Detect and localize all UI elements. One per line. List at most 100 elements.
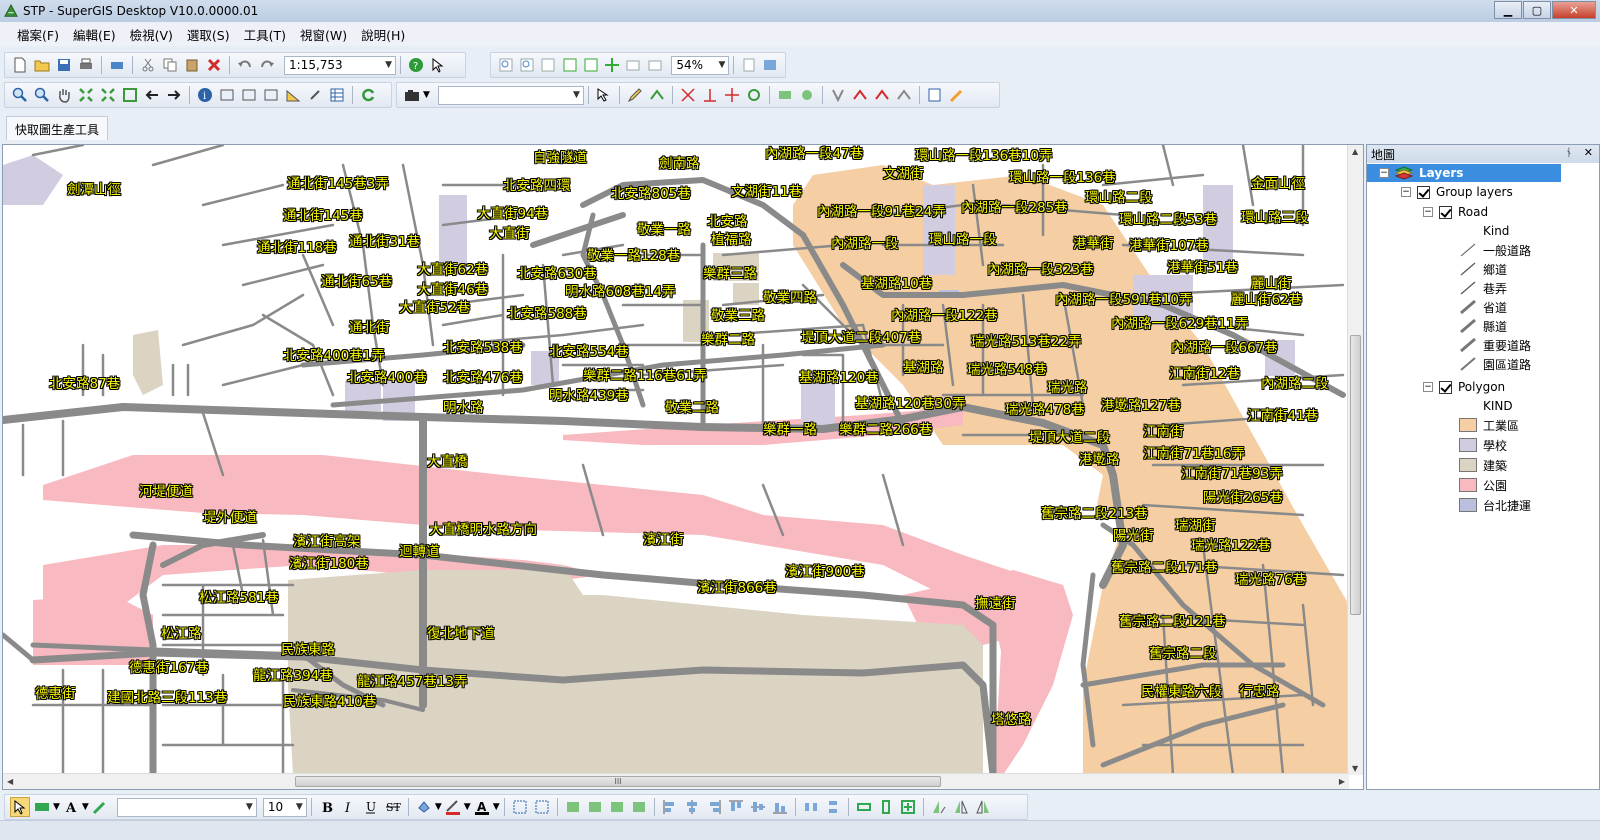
new-icon[interactable]: [10, 55, 30, 75]
tab-cache-tool[interactable]: 快取圖生產工具: [6, 116, 109, 140]
pin-icon[interactable]: ᚾ: [1566, 146, 1573, 159]
scale-combo[interactable]: 1:15,753 ▼: [284, 55, 396, 75]
refresh-icon[interactable]: [358, 85, 378, 105]
forward-arrow-icon[interactable]: [164, 85, 184, 105]
checkbox-polygon[interactable]: [1439, 380, 1452, 394]
open-folder-icon[interactable]: [32, 55, 52, 75]
panel-close-icon[interactable]: ✕: [1584, 146, 1593, 159]
copy-icon[interactable]: [160, 55, 180, 75]
ungroup-icon[interactable]: [532, 797, 552, 817]
zoom-percent-combo[interactable]: 54% ▼: [671, 55, 730, 75]
menu-help[interactable]: 說明(H): [354, 25, 412, 44]
print-preview-icon[interactable]: [107, 55, 127, 75]
layout-next-icon[interactable]: [645, 55, 664, 75]
menu-edit[interactable]: 編輯(E): [66, 25, 123, 44]
union-icon[interactable]: [850, 85, 870, 105]
page-layout-icon[interactable]: [739, 55, 758, 75]
maximize-button[interactable]: ▢: [1523, 1, 1551, 19]
align-right-icon[interactable]: [704, 797, 724, 817]
merge-icon[interactable]: [828, 85, 848, 105]
group-icon[interactable]: [510, 797, 530, 817]
vertex-icon[interactable]: [722, 85, 742, 105]
rectangle-icon[interactable]: [775, 85, 795, 105]
map-layout-icon[interactable]: [761, 55, 780, 75]
horizontal-scrollbar[interactable]: ◀ III ▶: [3, 773, 1349, 789]
send-backward-icon[interactable]: [629, 797, 649, 817]
minimize-button[interactable]: ▁: [1494, 1, 1522, 19]
identify-icon[interactable]: i: [195, 85, 215, 105]
clear-selection-icon[interactable]: [239, 85, 259, 105]
camera-icon[interactable]: [402, 85, 422, 105]
collapse-icon[interactable]: −: [1401, 187, 1411, 197]
help-icon[interactable]: ?: [406, 55, 426, 75]
same-width-icon[interactable]: [854, 797, 874, 817]
sketch-pencil-icon[interactable]: [625, 85, 645, 105]
font-size-combo[interactable]: 10 ▼: [262, 797, 307, 817]
layout-fixed-zoom-in-icon[interactable]: [560, 55, 579, 75]
cut-icon[interactable]: [138, 55, 158, 75]
scroll-down-icon[interactable]: ▼: [1352, 764, 1358, 773]
layout-full-extent-icon[interactable]: [602, 55, 621, 75]
scroll-left-icon[interactable]: ◀: [7, 777, 13, 786]
distribute-horizontal-icon[interactable]: [801, 797, 821, 817]
draw-rectangle-icon[interactable]: [32, 797, 52, 817]
perpendicular-icon[interactable]: [700, 85, 720, 105]
close-button[interactable]: ✕: [1552, 1, 1596, 19]
bring-forward-icon[interactable]: [607, 797, 627, 817]
menu-select[interactable]: 選取(S): [180, 25, 237, 44]
tree-layer-road[interactable]: − Road: [1423, 203, 1488, 221]
pan-hand-icon[interactable]: [54, 85, 74, 105]
snapping-icon[interactable]: [744, 85, 764, 105]
edit-vertices-icon[interactable]: [947, 85, 967, 105]
attribute-table-icon[interactable]: [327, 85, 347, 105]
fill-color-icon[interactable]: [414, 797, 434, 817]
back-arrow-icon[interactable]: [142, 85, 162, 105]
flip-vertical-icon[interactable]: [973, 797, 993, 817]
bold-icon[interactable]: B: [317, 797, 337, 817]
checkbox-road[interactable]: [1439, 205, 1452, 219]
checkbox-group-layers[interactable]: [1417, 185, 1430, 199]
menu-view[interactable]: 檢視(V): [123, 25, 180, 44]
scroll-up-icon[interactable]: ▲: [1352, 147, 1358, 156]
attributes-icon[interactable]: [925, 85, 945, 105]
hyperlink-icon[interactable]: [261, 85, 281, 105]
scroll-right-icon[interactable]: ▶: [1339, 777, 1345, 786]
same-height-icon[interactable]: [876, 797, 896, 817]
select-element-icon[interactable]: [10, 797, 30, 817]
select-features-icon[interactable]: [217, 85, 237, 105]
clip-icon[interactable]: [894, 85, 914, 105]
menu-file[interactable]: 檔案(F): [10, 25, 66, 44]
intersect-icon[interactable]: [872, 85, 892, 105]
vertical-scrollbar[interactable]: ▲ ▼: [1347, 145, 1363, 775]
align-center-icon[interactable]: [682, 797, 702, 817]
align-middle-icon[interactable]: [748, 797, 768, 817]
map-view[interactable]: 自強隧道 劍南路 內湖路一段47巷 環山路一段136巷10弄 文湖街 金面山徑 …: [2, 144, 1364, 790]
bring-front-icon[interactable]: [563, 797, 583, 817]
tree-group-layers[interactable]: − Group layers: [1401, 183, 1513, 201]
redo-icon[interactable]: [257, 55, 277, 75]
fixed-zoom-in-icon[interactable]: [76, 85, 96, 105]
measure-icon[interactable]: [283, 85, 303, 105]
sketch-line-icon[interactable]: [647, 85, 667, 105]
fixed-zoom-out-icon[interactable]: [98, 85, 118, 105]
text-tool-icon[interactable]: A: [61, 797, 81, 817]
align-left-icon[interactable]: [660, 797, 680, 817]
layout-previous-icon[interactable]: [624, 55, 643, 75]
menu-window[interactable]: 視窗(W): [293, 25, 354, 44]
undo-icon[interactable]: [235, 55, 255, 75]
layout-zoom-out-icon[interactable]: [517, 55, 536, 75]
font-name-combo[interactable]: ▼: [116, 797, 257, 817]
line-color-icon[interactable]: [443, 797, 463, 817]
whats-this-icon[interactable]: [428, 55, 448, 75]
zoom-in-icon[interactable]: [10, 85, 30, 105]
underline-icon[interactable]: U: [361, 797, 381, 817]
align-top-icon[interactable]: [726, 797, 746, 817]
edit-layer-combo[interactable]: ▼: [437, 85, 584, 105]
circle-icon[interactable]: [797, 85, 817, 105]
collapse-icon[interactable]: −: [1379, 168, 1389, 178]
edit-element-icon[interactable]: [90, 797, 110, 817]
rotate-icon[interactable]: [929, 797, 949, 817]
tree-root-layers[interactable]: − Layers: [1367, 164, 1561, 182]
strikethrough-icon[interactable]: ST: [383, 797, 403, 817]
align-bottom-icon[interactable]: [770, 797, 790, 817]
